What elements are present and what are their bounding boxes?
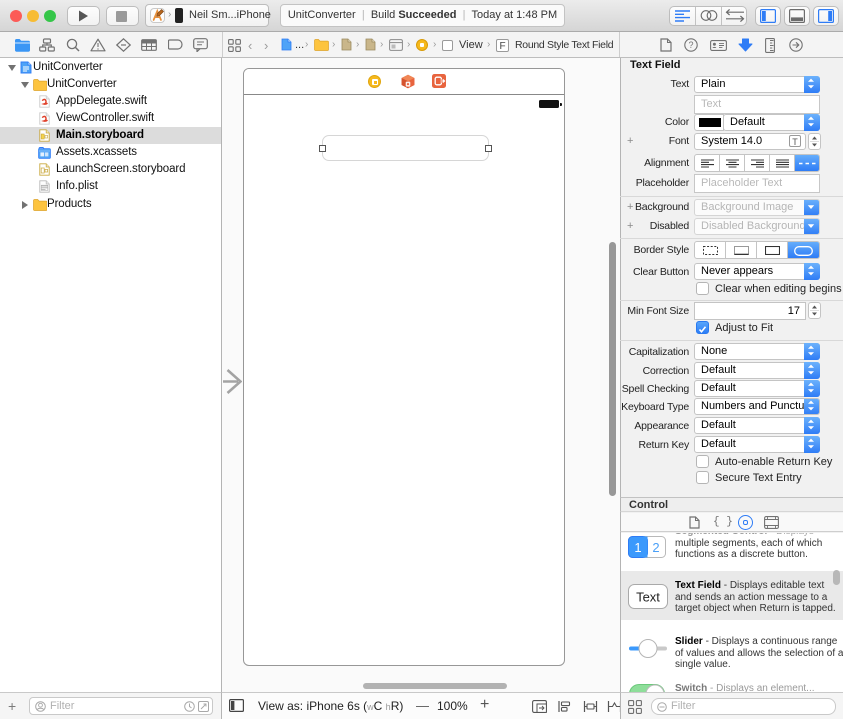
svg-text:Text: Text: [636, 590, 660, 605]
svg-text:?: ?: [688, 40, 693, 50]
svg-text:2: 2: [652, 540, 659, 555]
svg-text:1: 1: [634, 540, 641, 555]
